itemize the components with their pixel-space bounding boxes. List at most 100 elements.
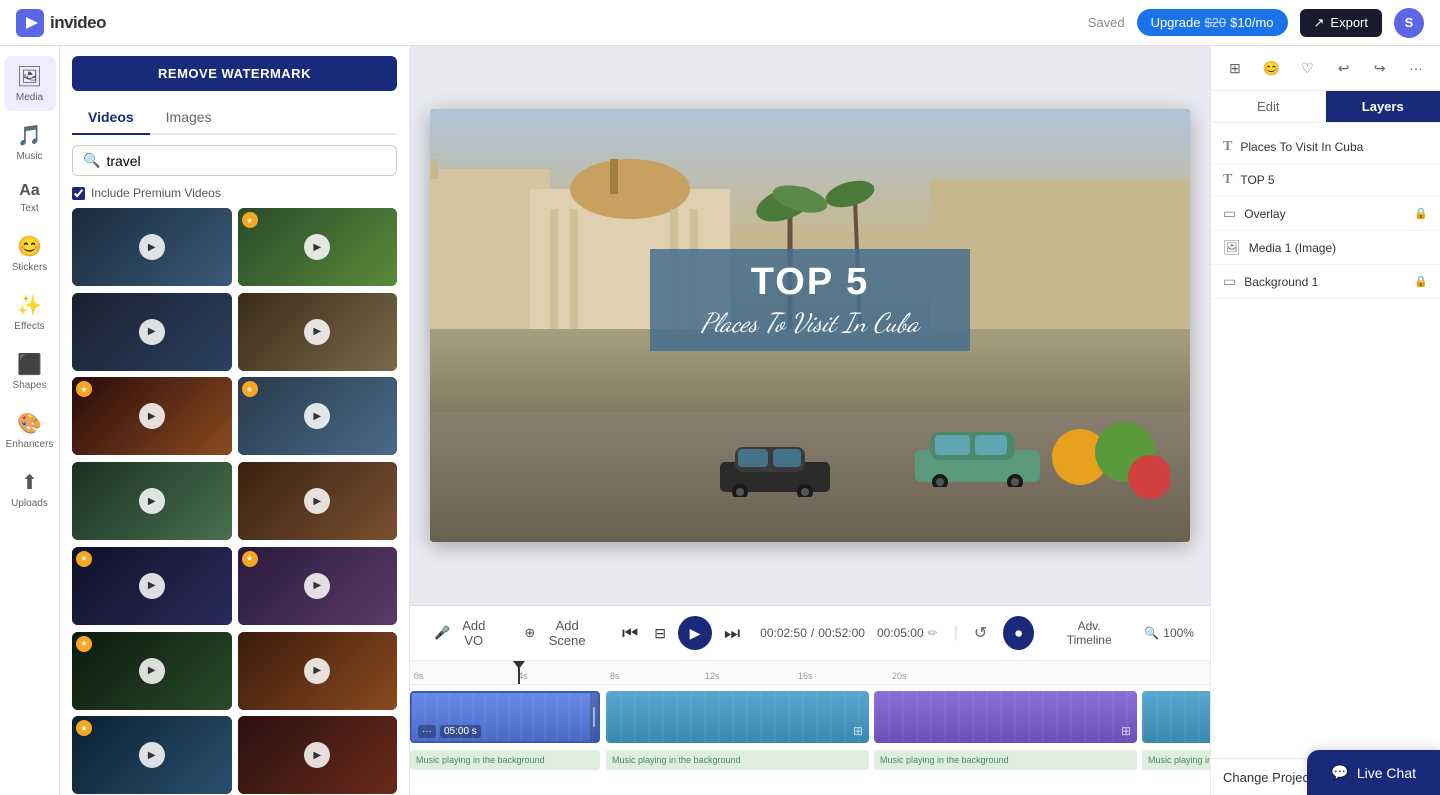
- layer-background1[interactable]: ▭ Background 1 🔒: [1211, 265, 1440, 299]
- user-avatar[interactable]: S: [1394, 8, 1424, 38]
- lock-icon-bg1: 🔒: [1414, 275, 1428, 288]
- grid-view-button[interactable]: ⊞: [1221, 54, 1249, 82]
- loop-icon[interactable]: ↺: [974, 623, 987, 643]
- remove-watermark-button[interactable]: REMOVE WATERMARK: [72, 56, 397, 91]
- canvas-area: TOP 5 Places To Visit In Cuba 🎤 Add VO ⊕…: [410, 46, 1210, 795]
- clip-1-resize[interactable]: [590, 693, 598, 741]
- play-button-2[interactable]: ▶: [304, 234, 330, 260]
- tab-images[interactable]: Images: [150, 101, 228, 135]
- layer-places-title[interactable]: T Places To Visit In Cuba: [1211, 131, 1440, 164]
- sidebar-item-stickers[interactable]: 😊 Stickers: [4, 226, 56, 281]
- music-2: Music playing in the background: [606, 750, 869, 770]
- timeline-tracks[interactable]: ··· 05:00 s ⊞: [410, 685, 1210, 785]
- saved-status: Saved: [1088, 15, 1125, 30]
- video-thumb-4[interactable]: ▶: [238, 293, 398, 371]
- video-thumb-14[interactable]: ▶: [238, 716, 398, 794]
- video-thumb-7[interactable]: ▶: [72, 462, 232, 540]
- search-input[interactable]: [106, 153, 386, 169]
- title-overlay: TOP 5 Places To Visit In Cuba: [650, 249, 970, 351]
- sidebar-item-media[interactable]: 🖼 Media: [4, 56, 56, 111]
- play-button-8[interactable]: ▶: [304, 488, 330, 514]
- play-button-5[interactable]: ▶: [139, 403, 165, 429]
- zoom-icon: 🔍: [1144, 626, 1159, 640]
- clip-1-dots: ···: [418, 725, 436, 738]
- video-thumb-11[interactable]: ★ ▶: [72, 632, 232, 710]
- play-button-12[interactable]: ▶: [304, 658, 330, 684]
- edit-time-icon[interactable]: ✏: [928, 626, 938, 640]
- sidebar-item-effects[interactable]: ✨ Effects: [4, 285, 56, 340]
- video-thumb-9[interactable]: ★ ▶: [72, 547, 232, 625]
- video-thumb-2[interactable]: ★ ▶: [238, 208, 398, 286]
- add-vo-button[interactable]: 🎤 Add VO: [426, 614, 500, 652]
- edit-layers-tabs: Edit Layers: [1211, 91, 1440, 123]
- sidebar-item-text[interactable]: Aa Text: [4, 174, 56, 222]
- redo-button[interactable]: ↪: [1366, 54, 1394, 82]
- tab-videos[interactable]: Videos: [72, 101, 150, 135]
- video-thumb-3[interactable]: ▶: [72, 293, 232, 371]
- tab-layers[interactable]: Layers: [1326, 91, 1440, 122]
- sidebar-item-enhancers[interactable]: 🎨 Enhancers: [4, 403, 56, 458]
- more-button[interactable]: ···: [1402, 54, 1430, 82]
- clip-4[interactable]: ⊞: [1142, 691, 1210, 743]
- emoji-button[interactable]: 😊: [1257, 54, 1285, 82]
- clip-1[interactable]: ··· 05:00 s: [410, 691, 600, 743]
- play-button-3[interactable]: ▶: [139, 319, 165, 345]
- frame-back-button[interactable]: ⊟: [650, 621, 670, 646]
- timeline-playhead: [518, 661, 520, 685]
- layer-name-places-title: Places To Visit In Cuba: [1240, 140, 1428, 154]
- skip-back-button[interactable]: ⏮: [618, 619, 642, 648]
- video-thumb-8[interactable]: ▶: [238, 462, 398, 540]
- video-thumb-5[interactable]: ★ ▶: [72, 377, 232, 455]
- sidebar-item-music[interactable]: 🎵 Music: [4, 115, 56, 170]
- undo-button[interactable]: ↩: [1330, 54, 1358, 82]
- sidebar-item-uploads[interactable]: ⬆ Uploads: [4, 462, 56, 517]
- invideo-logo-icon: [16, 9, 44, 37]
- live-chat-label: Live Chat: [1357, 765, 1416, 781]
- premium-badge-6: ★: [242, 381, 258, 397]
- play-button-9[interactable]: ▶: [139, 573, 165, 599]
- play-button-14[interactable]: ▶: [304, 742, 330, 768]
- video-thumb-1[interactable]: ▶: [72, 208, 232, 286]
- upgrade-button[interactable]: Upgrade $20 $10/mo: [1137, 9, 1288, 36]
- clip-3-resize-btn[interactable]: ⊞: [1121, 722, 1131, 740]
- video-thumb-10[interactable]: ★ ▶: [238, 547, 398, 625]
- play-button-6[interactable]: ▶: [304, 403, 330, 429]
- tab-edit[interactable]: Edit: [1211, 91, 1326, 122]
- timeline-area: 🎤 Add VO ⊕ Add Scene ⏮ ⊟ ▶ ⏭ 00:02:50 / …: [410, 605, 1210, 795]
- adv-timeline-button[interactable]: Adv. Timeline: [1050, 615, 1128, 651]
- video-thumb-13[interactable]: ★ ▶: [72, 716, 232, 794]
- clip-2[interactable]: ⊞: [606, 691, 869, 743]
- video-thumb-6[interactable]: ★ ▶: [238, 377, 398, 455]
- premium-badge-11: ★: [76, 636, 92, 652]
- sidebar-item-shapes[interactable]: ⬛ Shapes: [4, 344, 56, 399]
- video-thumb-12[interactable]: ▶: [238, 632, 398, 710]
- playhead-triangle: [513, 661, 525, 669]
- ruler-mark-8s: 8s: [610, 671, 620, 681]
- layer-top5[interactable]: T TOP 5: [1211, 164, 1440, 197]
- play-button-11[interactable]: ▶: [139, 658, 165, 684]
- layer-overlay[interactable]: ▭ Overlay 🔒: [1211, 197, 1440, 231]
- export-button[interactable]: ↗ Export: [1300, 9, 1382, 37]
- play-button-13[interactable]: ▶: [139, 742, 165, 768]
- zoom-display: 🔍 100%: [1144, 626, 1194, 640]
- premium-checkbox[interactable]: [72, 187, 85, 200]
- timeline-ruler: 0s 4s 8s 12s 16s 20s: [410, 661, 1210, 685]
- clip-3[interactable]: ⊞: [874, 691, 1137, 743]
- play-button-4[interactable]: ▶: [304, 319, 330, 345]
- layer-media1[interactable]: 🖼 Media 1 (Image): [1211, 231, 1440, 265]
- play-button-10[interactable]: ▶: [304, 573, 330, 599]
- play-pause-button[interactable]: ▶: [678, 616, 712, 650]
- play-button-7[interactable]: ▶: [139, 488, 165, 514]
- record-button[interactable]: ⏺: [1003, 616, 1034, 650]
- heart-button[interactable]: ♡: [1293, 54, 1321, 82]
- upgrade-price: $10/mo: [1230, 15, 1273, 30]
- video-canvas[interactable]: TOP 5 Places To Visit In Cuba: [430, 109, 1190, 542]
- premium-badge-9: ★: [76, 551, 92, 567]
- navbar: invideo Saved Upgrade $20 $10/mo ↗ Expor…: [0, 0, 1440, 46]
- live-chat-button[interactable]: 💬 Live Chat: [1307, 750, 1440, 795]
- play-button-1[interactable]: ▶: [139, 234, 165, 260]
- add-scene-button[interactable]: ⊕ Add Scene: [516, 614, 602, 652]
- skip-forward-button[interactable]: ⏭: [720, 619, 744, 648]
- time-separator: /: [811, 626, 814, 640]
- clip-2-resize-btn[interactable]: ⊞: [853, 722, 863, 740]
